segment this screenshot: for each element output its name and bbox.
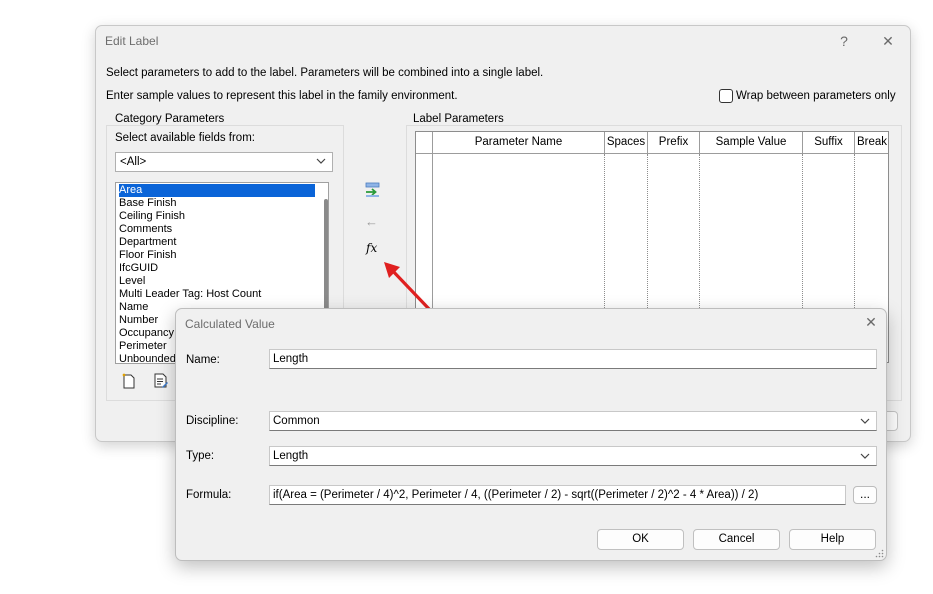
add-parameter-icon[interactable] [364,181,382,199]
ok-button[interactable]: OK [597,529,684,550]
help-icon[interactable]: ? [834,32,854,50]
formula-label: Formula: [186,489,232,501]
column-header-suffix[interactable]: Suffix [803,132,855,154]
grid-row-header-corner [416,132,433,154]
chevron-down-icon [316,158,326,164]
list-item[interactable]: Number [119,314,158,327]
calculated-value-title: Calculated Value [185,317,275,331]
help-button[interactable]: Help [789,529,876,550]
list-item[interactable]: Base Finish [119,197,176,210]
resize-grip-icon[interactable] [875,549,884,558]
column-header-parameter-name[interactable]: Parameter Name [433,132,605,154]
column-header-break[interactable]: Break [855,132,888,154]
select-fields-label: Select available fields from: [115,132,255,144]
edit-label-titlebar[interactable]: Edit Label ? ✕ [96,26,910,56]
wrap-checkbox[interactable] [719,89,733,103]
name-label: Name: [186,354,220,366]
chevron-down-icon [860,453,870,459]
remove-parameter-icon[interactable]: ← [365,213,383,231]
type-combo[interactable]: Length [269,446,877,466]
close-icon[interactable]: ✕ [863,314,879,330]
edit-label-title: Edit Label [105,34,159,48]
type-label: Type: [186,450,215,462]
chevron-down-icon [860,418,870,424]
list-item[interactable]: Unbounded [119,353,176,363]
name-value: Length [273,353,309,365]
name-input[interactable]: Length [269,349,877,369]
list-item[interactable]: Name [119,301,148,314]
list-item[interactable]: Perimeter [119,340,167,353]
list-item[interactable]: Ceiling Finish [119,210,185,223]
discipline-label: Discipline: [186,415,239,427]
column-header-prefix[interactable]: Prefix [648,132,700,154]
list-item[interactable]: Occupancy [119,327,174,340]
new-parameter-icon[interactable] [120,372,138,390]
formula-input[interactable]: if(Area = (Perimeter / 4)^2, Perimeter /… [269,485,846,505]
wrap-checkbox-label[interactable]: Wrap between parameters only [736,90,896,102]
discipline-combo[interactable]: Common [269,411,877,431]
list-item[interactable]: Multi Leader Tag: Host Count [119,288,261,301]
info-line-2: Enter sample values to represent this la… [106,90,458,102]
fields-source-value: <All> [120,156,147,168]
type-value: Length [273,450,309,462]
formula-browse-button[interactable]: ... [853,486,877,504]
list-item[interactable]: Level [119,275,145,288]
list-item[interactable]: Comments [119,223,172,236]
info-line-1: Select parameters to add to the label. P… [106,67,544,79]
cancel-button[interactable]: Cancel [693,529,780,550]
fx-icon[interactable]: fx [366,239,384,257]
column-header-sample-value[interactable]: Sample Value [700,132,803,154]
fields-source-combo[interactable]: <All> [115,152,333,172]
edit-parameter-icon[interactable] [152,372,170,390]
category-parameters-title: Category Parameters [113,113,227,125]
list-item[interactable]: Floor Finish [119,249,176,262]
column-header-spaces[interactable]: Spaces [605,132,648,154]
list-item[interactable]: Department [119,236,176,249]
calculated-value-dialog: Calculated Value ✕ Name: Length Discipli… [175,308,887,561]
close-icon[interactable]: ✕ [878,32,898,50]
list-item[interactable]: IfcGUID [119,262,158,275]
list-item[interactable]: Area [119,184,315,197]
formula-value: if(Area = (Perimeter / 4)^2, Perimeter /… [273,489,759,501]
label-parameters-title: Label Parameters [411,113,506,125]
discipline-value: Common [273,415,320,427]
